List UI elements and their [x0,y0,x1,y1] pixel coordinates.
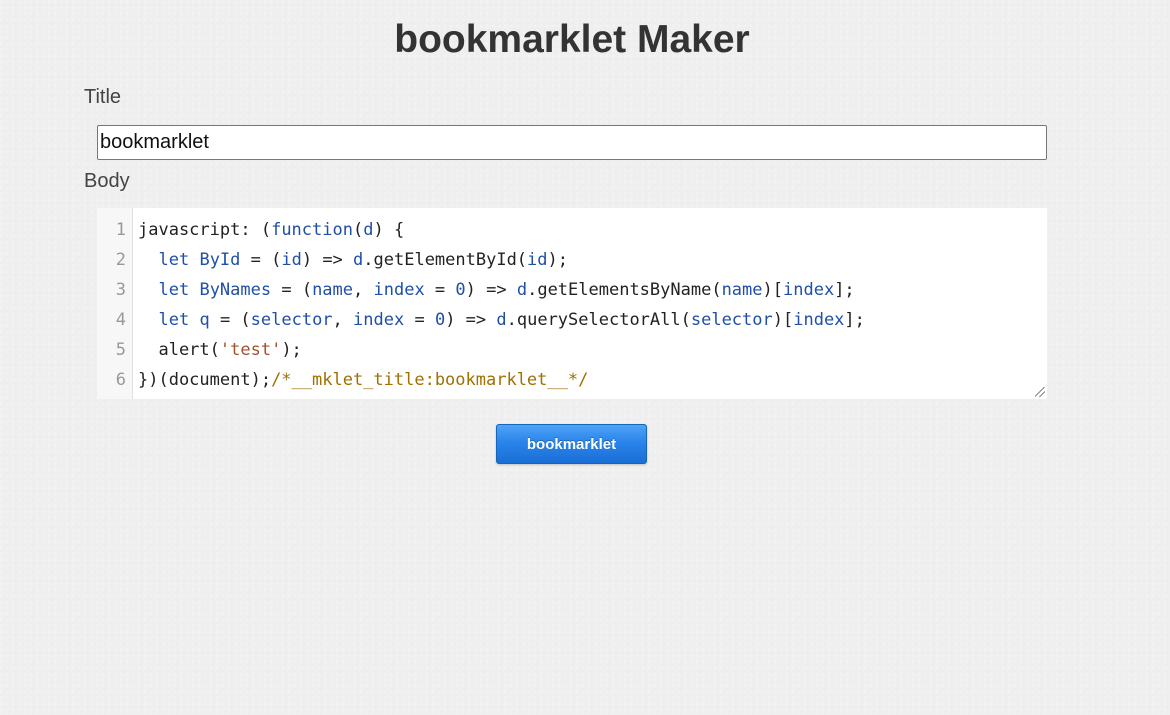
code-token: name [721,280,763,300]
code-token: 0 [434,310,446,330]
code-token: id [281,250,302,270]
code-token: javascript: [138,220,261,240]
code-token: /*__mklet_title:bookmarklet__*/ [271,370,589,390]
code-token: index [783,280,835,300]
line-number: 6 [115,370,126,390]
code-token: let [158,250,190,270]
code-token: .getElementById( [363,250,528,270]
code-token: ); [547,250,569,270]
code-token: selector [250,310,333,330]
code-token: ) => [301,250,354,270]
code-token: 0 [455,280,466,300]
code-token: q [199,310,210,330]
line-number: 3 [115,280,126,300]
code-token: ) => [465,280,517,300]
code-token: )[ [772,310,794,330]
code-token: .querySelectorAll( [506,310,691,330]
code-token: 'test' [219,340,282,360]
code-token: selector [690,310,773,330]
line-number-gutter: 1 2 3 4 5 6 [97,208,133,399]
code-token: d [363,220,374,240]
code-token: , [332,310,354,330]
code-token: ); [281,340,302,360]
code-line[interactable]: let ByNames = (name, index = 0) => d.get… [138,275,1047,305]
code-token: = [404,310,435,330]
resize-handle[interactable] [1035,387,1045,397]
code-line[interactable]: })(document);/*__mklet_title:bookmarklet… [138,365,1047,395]
line-number: 2 [115,250,126,270]
code-token: ( [352,220,364,240]
code-token: ) { [373,220,405,240]
code-token: index [793,310,845,330]
code-token: )[ [762,280,783,300]
code-token: ( [260,220,272,240]
code-token: ById [199,250,241,270]
code-token: index [373,280,425,300]
line-number: 1 [115,220,126,240]
code-token: alert( [138,340,220,360]
code-area[interactable]: javascript: (function(d) { let ById = (i… [133,208,1047,399]
code-line[interactable]: let ById = (id) => d.getElementById(id); [138,245,1047,275]
code-token: , [353,280,374,300]
code-token: = [424,280,456,300]
code-token: let [158,310,190,330]
code-token: ]; [844,310,865,330]
code-token: ]; [834,280,855,300]
code-token: id [527,250,548,270]
page-title: bookmarklet Maker [394,18,750,61]
code-token: d [496,310,507,330]
bookmarklet-button[interactable]: bookmarklet [496,424,647,464]
code-token: = ( [271,280,313,300]
code-token: name [312,280,354,300]
code-token: .getElementsByName( [527,280,722,300]
code-token: ByNames [199,280,272,300]
code-line[interactable]: alert('test'); [138,335,1047,365]
title-label: Title [84,86,122,108]
code-editor[interactable]: 123456 javascript: (function(d) { let By… [97,208,1047,399]
code-token: = ( [209,310,251,330]
title-input[interactable] [97,125,1047,160]
code-token: })(document); [138,370,272,390]
code-token: function [271,220,353,240]
code-token: let [158,280,190,300]
code-token: d [516,280,528,300]
code-token: index [353,310,405,330]
code-token: ) => [445,310,497,330]
line-number: 4 [115,310,126,330]
line-number: 5 [115,340,126,360]
code-line[interactable]: let q = (selector, index = 0) => d.query… [138,305,1047,335]
code-line[interactable]: javascript: (function(d) { [138,215,1047,245]
code-token: = ( [240,250,282,270]
code-token: d [353,250,364,270]
body-label: Body [84,170,130,192]
